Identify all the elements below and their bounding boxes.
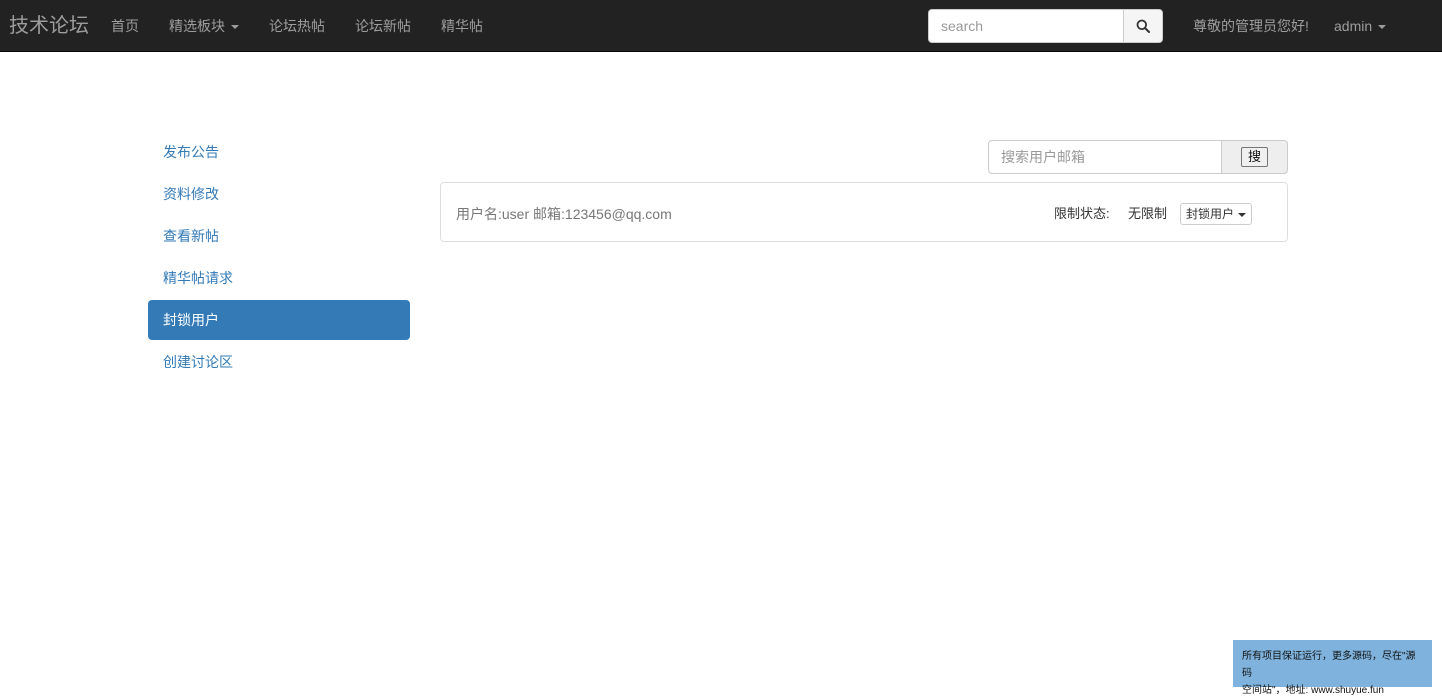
nav-item-essence-posts[interactable]: 精华帖 [441,16,483,36]
user-email-search-input[interactable] [988,140,1222,174]
chevron-down-icon [1378,25,1387,30]
user-result-panel: 用户名:user 邮箱:123456@qq.com 限制状态: 无限制 封锁用户 [440,182,1288,242]
user-search-button[interactable]: 搜 [1240,147,1268,167]
sidebar-item-create-forum[interactable]: 创建讨论区 [148,342,410,382]
nav-item-new-posts[interactable]: 论坛新帖 [355,16,411,36]
nav-item-hot-posts[interactable]: 论坛热帖 [269,16,325,36]
sidebar-item-ban-user[interactable]: 封锁用户 [148,300,410,340]
nav-item-featured-boards-label: 精选板块 [169,18,225,34]
search-icon [1136,19,1150,33]
watermark-line-1: 所有项目保证运行，更多源码，尽在"源码 [1242,651,1416,679]
nav-search-button[interactable] [1123,9,1163,43]
user-info: 用户名:user 邮箱:123456@qq.com [456,206,672,222]
brand-logo[interactable]: 技术论坛 [9,13,89,39]
sidebar-item-essence-requests[interactable]: 精华帖请求 [148,258,410,298]
nav-item-home[interactable]: 首页 [111,16,139,36]
chevron-down-icon [1238,212,1247,217]
sidebar-item-post-announcement[interactable]: 发布公告 [148,132,410,172]
ban-user-dropdown[interactable]: 封锁用户 [1180,203,1253,225]
restriction-status-label: 限制状态: [1054,206,1110,221]
top-navbar: 技术论坛 首页 精选板块 论坛热帖 论坛新帖 精华帖 尊敬的管理员您好! adm… [0,0,1442,52]
admin-greeting: 尊敬的管理员您好! [1193,18,1309,34]
nav-item-featured-boards[interactable]: 精选板块 [169,16,239,36]
user-menu-label: admin [1334,18,1373,34]
sidebar-item-view-new-posts[interactable]: 查看新帖 [148,216,410,256]
nav-search-input[interactable] [928,9,1124,43]
chevron-down-icon [231,25,239,30]
user-menu[interactable]: admin [1334,16,1387,36]
watermark-line-2: 空间站"，地址: www.shuyue.fun [1242,685,1384,696]
restriction-status-value: 无限制 [1128,206,1168,221]
user-search-addon: 搜 [1221,140,1288,174]
ban-user-dropdown-label: 封锁用户 [1186,207,1235,221]
sidebar-item-edit-profile[interactable]: 资料修改 [148,174,410,214]
source-watermark: 所有项目保证运行，更多源码，尽在"源码 空间站"，地址: www.shuyue.… [1233,640,1432,696]
